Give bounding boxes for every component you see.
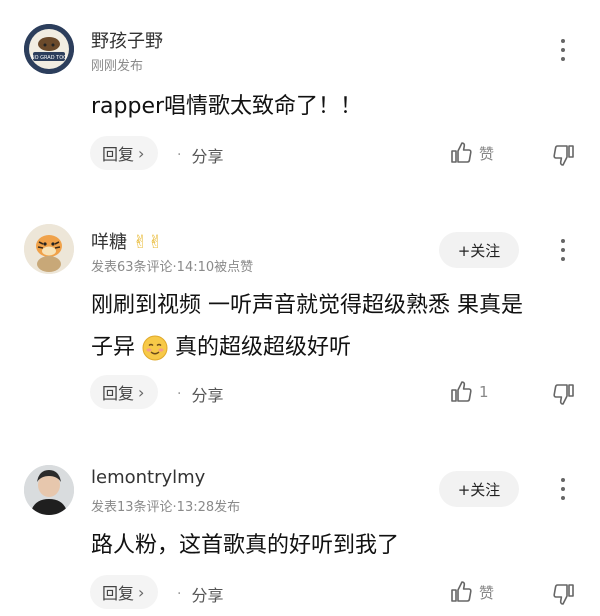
share-button[interactable]: · 分享	[177, 143, 223, 167]
avatar[interactable]	[24, 224, 74, 274]
comment-text-line: rapper唱情歌太致命了！！	[91, 94, 363, 119]
like-button[interactable]: 赞	[449, 141, 494, 165]
share-label: 分享	[191, 386, 224, 405]
avatar-cartoon-badge-icon: NO GRAD TOO	[24, 24, 74, 74]
more-vertical-icon[interactable]	[557, 478, 569, 500]
like-button[interactable]: 赞	[449, 580, 494, 604]
comment-text-line: 路人粉，这首歌真的好听到我了	[91, 533, 400, 558]
share-button[interactable]: · 分享	[177, 382, 223, 406]
username[interactable]: 野孩子野	[91, 27, 163, 53]
chevron-right-icon: ›	[138, 582, 145, 602]
victory-hand-emoji: ✌✌	[132, 232, 163, 253]
comment-text-line-2: 子异 真的超级超级好听	[91, 327, 523, 369]
follow-button[interactable]: +关注	[439, 471, 519, 507]
avatar-photo-person-icon	[24, 465, 74, 515]
like-count: 1	[479, 383, 489, 401]
share-button[interactable]: · 分享	[177, 582, 223, 606]
like-label: 赞	[479, 583, 495, 602]
username[interactable]: lemontrylmy	[91, 467, 205, 488]
follow-button[interactable]: +关注	[439, 232, 519, 268]
thumb-down-icon	[553, 584, 574, 605]
thumb-up-icon	[451, 381, 472, 402]
chevron-right-icon: ›	[138, 382, 145, 402]
reply-label: 回复	[102, 384, 135, 403]
comment-text: 路人粉，这首歌真的好听到我了	[91, 525, 399, 567]
thumb-up-icon	[451, 581, 472, 602]
reply-button[interactable]: 回复 ›	[90, 375, 159, 409]
avatar[interactable]: NO GRAD TOO	[24, 24, 74, 74]
more-vertical-icon[interactable]	[557, 39, 569, 61]
like-label: 赞	[479, 144, 495, 163]
username[interactable]: 咩糖 ✌✌	[91, 228, 163, 254]
more-vertical-icon[interactable]	[557, 239, 569, 261]
avatar[interactable]	[24, 465, 74, 515]
comment-text-segment: 真的超级超级好听	[175, 335, 352, 360]
comment-text: 刚刷到视频 一听声音就觉得超级熟悉 果真是 子异 真的超级超级好听	[91, 285, 523, 369]
dislike-button[interactable]	[552, 143, 576, 171]
comment-text-line: 刚刷到视频 一听声音就觉得超级熟悉 果真是	[91, 293, 523, 318]
username-text: 咩糖	[91, 232, 127, 253]
reply-label: 回复	[102, 584, 135, 603]
thumb-down-icon	[553, 145, 574, 166]
dislike-button[interactable]	[552, 382, 576, 410]
like-button[interactable]: 1	[449, 380, 489, 404]
chevron-right-icon: ›	[138, 143, 145, 163]
reply-button[interactable]: 回复 ›	[90, 575, 159, 609]
avatar-tigger-icon	[24, 224, 74, 274]
smiling-face-emoji-icon	[142, 335, 168, 361]
separator-dot: ·	[177, 147, 182, 163]
svg-text:NO GRAD TOO: NO GRAD TOO	[31, 55, 67, 61]
comment-meta: 发表13条评论·13:28发布	[91, 500, 241, 515]
thumb-down-icon	[553, 384, 574, 405]
share-label: 分享	[191, 147, 224, 166]
comment-meta: 刚刚发布	[91, 59, 144, 74]
reply-label: 回复	[102, 145, 135, 164]
comment-meta: 发表63条评论·14:10被点赞	[91, 260, 254, 275]
comment-text: rapper唱情歌太致命了！！	[91, 86, 362, 128]
separator-dot: ·	[177, 386, 182, 402]
dislike-button[interactable]	[552, 582, 576, 610]
separator-dot: ·	[177, 586, 182, 602]
thumb-up-icon	[451, 142, 472, 163]
reply-button[interactable]: 回复 ›	[90, 136, 159, 170]
comment-text-segment: 子异	[91, 335, 136, 360]
share-label: 分享	[191, 586, 224, 605]
